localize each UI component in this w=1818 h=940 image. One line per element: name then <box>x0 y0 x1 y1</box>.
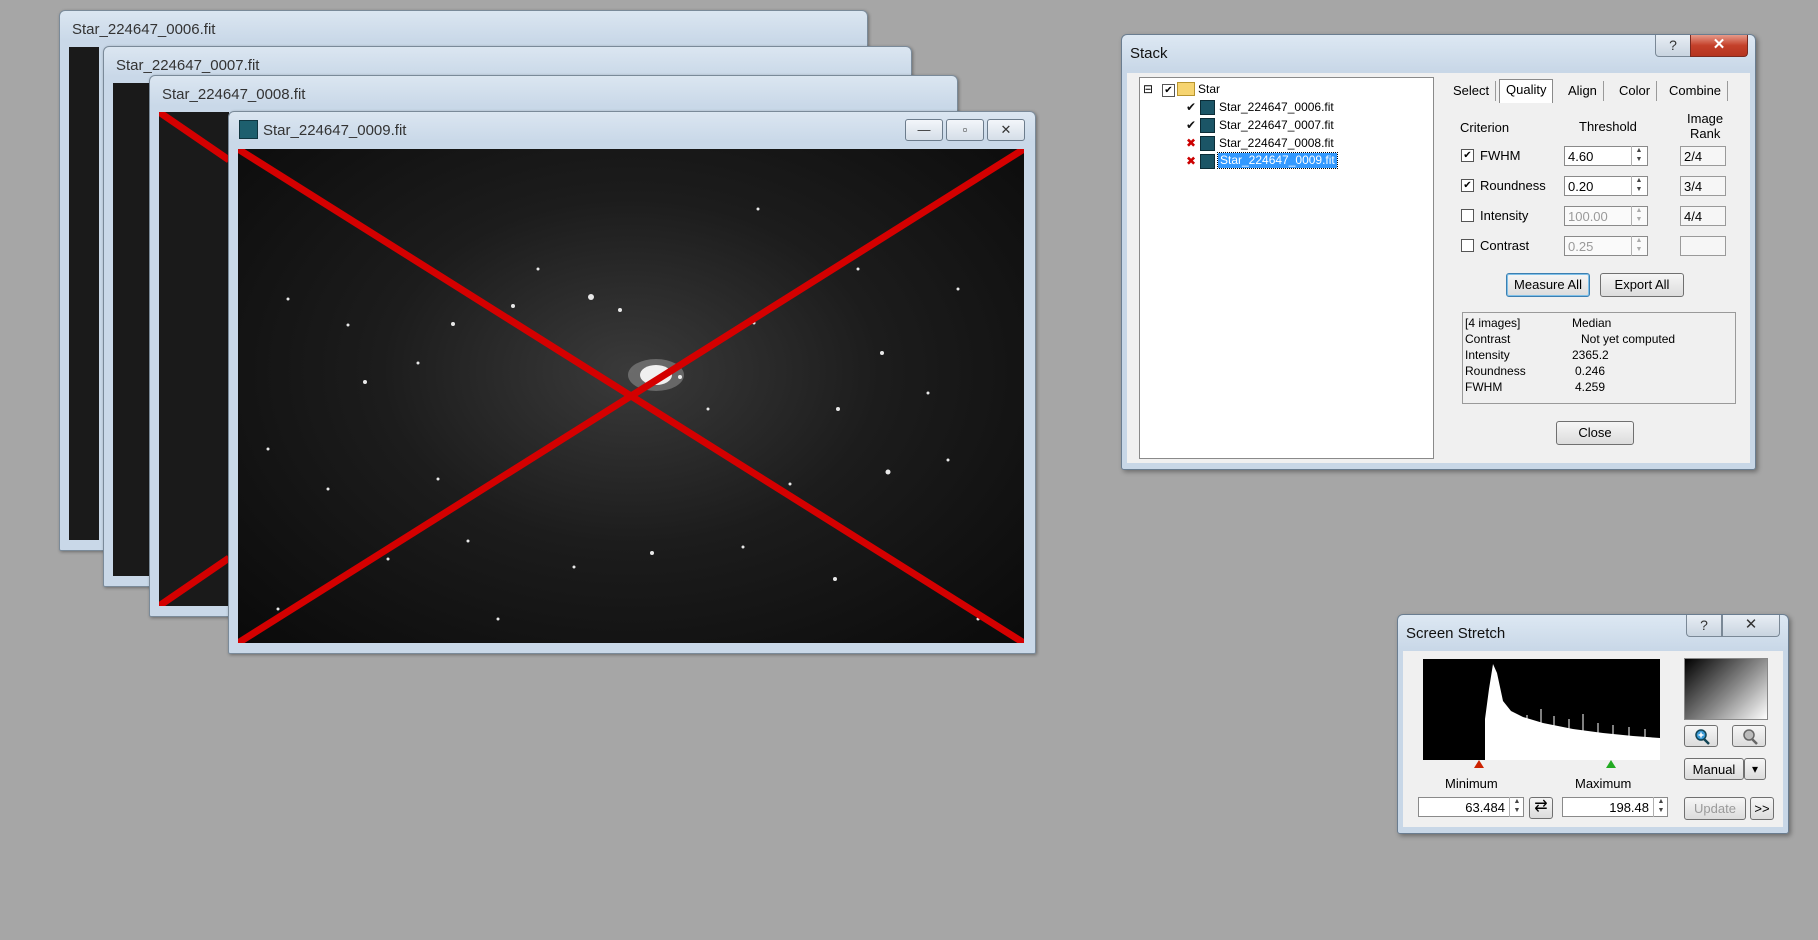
stretch-mode-select[interactable]: Manual <box>1684 758 1744 780</box>
fwhm-spinner[interactable]: ▲ ▼ <box>1631 146 1646 166</box>
tab-combine[interactable]: Combine <box>1663 81 1729 101</box>
threshold-header: Threshold <box>1579 119 1637 134</box>
export-all-button[interactable]: Export All <box>1600 273 1684 297</box>
rank-header-line1: Image <box>1687 111 1724 126</box>
stats-value: 4.259 <box>1575 380 1606 394</box>
tree-root-label[interactable]: Star <box>1198 82 1220 97</box>
intensity-rank: 4/4 <box>1680 206 1726 226</box>
help-button[interactable]: ? <box>1655 35 1691 57</box>
tab-color[interactable]: Color <box>1613 81 1658 101</box>
tab-select[interactable]: Select <box>1447 81 1497 101</box>
intensity-label: Intensity <box>1480 208 1529 223</box>
contrast-checkbox[interactable] <box>1461 239 1474 252</box>
roundness-spinner[interactable]: ▲ ▼ <box>1631 176 1646 196</box>
zoom-out-icon <box>1743 729 1758 745</box>
tree-item-check[interactable]: ✔ <box>1186 118 1196 133</box>
image-canvas <box>159 112 229 606</box>
close-button[interactable]: ✕ <box>987 119 1025 141</box>
more-button[interactable]: >> <box>1750 797 1774 820</box>
swap-button[interactable]: ⇄ <box>1529 797 1553 819</box>
fwhm-rank: 2/4 <box>1680 146 1726 166</box>
stats-value: 0.246 <box>1575 364 1606 378</box>
roundness-label: Roundness <box>1480 178 1546 193</box>
fits-file-icon <box>1200 118 1215 133</box>
update-button[interactable]: Update <box>1684 797 1746 820</box>
minimize-button[interactable]: — <box>905 119 943 141</box>
maximize-button[interactable]: ▫ <box>946 119 984 141</box>
maximum-label: Maximum <box>1575 776 1632 791</box>
stack-dialog[interactable]: Stack ? ✕ ⊟ ✔ Star ✔ Star_224647_0006.fi… <box>1121 34 1756 470</box>
stats-panel: [4 images] Median Contrast Not yet compu… <box>1462 312 1736 404</box>
minimum-spinner[interactable]: ▲ ▼ <box>1509 797 1524 817</box>
stats-label: Roundness <box>1465 364 1526 378</box>
help-button[interactable]: ? <box>1686 615 1722 637</box>
measure-all-button[interactable]: Measure All <box>1506 273 1590 297</box>
minimum-label: Minimum <box>1445 776 1498 791</box>
image-canvas <box>113 83 153 576</box>
root-checkbox[interactable]: ✔ <box>1162 84 1175 97</box>
contrast-label: Contrast <box>1480 238 1530 253</box>
image-canvas <box>238 149 1024 643</box>
tree-item-reject[interactable]: ✖ <box>1186 154 1196 169</box>
zoom-out-button[interactable] <box>1732 725 1766 747</box>
chevron-down-icon[interactable]: ▾ <box>1744 758 1766 780</box>
tab-quality[interactable]: Quality <box>1499 79 1554 103</box>
tree-expander[interactable]: ⊟ <box>1143 82 1155 97</box>
tree-item-label[interactable]: Star_224647_0008.fit <box>1219 136 1334 151</box>
stats-median-header: Median <box>1572 316 1612 330</box>
stack-tree[interactable]: ⊟ ✔ Star ✔ Star_224647_0006.fit ✔ Star_2… <box>1139 77 1434 459</box>
rank-header-line2: Rank <box>1690 126 1721 141</box>
roundness-rank: 3/4 <box>1680 176 1726 196</box>
tree-item-label[interactable]: Star_224647_0007.fit <box>1219 118 1334 133</box>
fits-file-icon <box>1200 136 1215 151</box>
fits-file-icon <box>239 120 258 139</box>
stats-value: 2365.2 <box>1572 348 1609 362</box>
window-title: Star_224647_0009.fit <box>263 122 407 139</box>
window-title: Star_224647_0007.fit <box>116 57 260 74</box>
min-marker-icon[interactable] <box>1474 760 1484 768</box>
contrast-rank <box>1680 236 1726 256</box>
tab-align[interactable]: Align <box>1562 81 1604 101</box>
image-window-0009[interactable]: Star_224647_0009.fit — ▫ ✕ <box>228 111 1036 654</box>
intensity-spinner[interactable]: ▲ ▼ <box>1631 206 1646 226</box>
stretch-client: Minimum Maximum 63.484 ▲ ▼ ⇄ 198.48 ▲ ▼ Ma… <box>1403 651 1783 827</box>
maximum-spinner[interactable]: ▲ ▼ <box>1653 797 1668 817</box>
screen-stretch-dialog[interactable]: Screen Stretch ? ✕ Minimum Maximum 63.48… <box>1397 614 1789 834</box>
fits-file-icon <box>1200 154 1215 169</box>
stats-label: FWHM <box>1465 380 1503 394</box>
max-marker-icon[interactable] <box>1606 760 1616 768</box>
stack-tabs: Select Quality Align Color Combine <box>1447 79 1747 103</box>
dialog-close-button[interactable]: ✕ <box>1690 35 1748 57</box>
window-title: Star_224647_0006.fit <box>72 21 216 38</box>
tree-item-check[interactable]: ✔ <box>1186 100 1196 115</box>
roundness-checkbox[interactable]: ✔ <box>1461 179 1474 192</box>
stats-image-count: [4 images] <box>1465 316 1521 330</box>
contrast-spinner[interactable]: ▲ ▼ <box>1631 236 1646 256</box>
zoom-in-icon <box>1695 729 1710 745</box>
fits-file-icon <box>1200 100 1215 115</box>
stats-value: Not yet computed <box>1581 332 1676 346</box>
zoom-in-button[interactable] <box>1684 725 1718 747</box>
dialog-title: Stack <box>1130 45 1168 62</box>
stack-client: ⊟ ✔ Star ✔ Star_224647_0006.fit ✔ Star_2… <box>1127 73 1750 463</box>
stats-label: Intensity <box>1465 348 1510 362</box>
reject-cross-partial <box>159 112 229 606</box>
tree-item-reject[interactable]: ✖ <box>1186 136 1196 151</box>
stretch-preview <box>1684 658 1768 720</box>
dialog-close-button[interactable]: ✕ <box>1722 615 1780 637</box>
star-field <box>238 149 1024 643</box>
intensity-checkbox[interactable] <box>1461 209 1474 222</box>
stats-label: Contrast <box>1465 332 1511 346</box>
tree-item-label[interactable]: Star_224647_0006.fit <box>1219 100 1334 115</box>
window-title: Star_224647_0008.fit <box>162 86 306 103</box>
folder-icon <box>1177 82 1195 96</box>
image-canvas <box>69 47 99 540</box>
close-dialog-button[interactable]: Close <box>1556 421 1634 445</box>
dialog-title: Screen Stretch <box>1406 625 1506 642</box>
tree-item-label-selected[interactable]: Star_224647_0009.fit <box>1217 152 1338 169</box>
fwhm-checkbox[interactable]: ✔ <box>1461 149 1474 162</box>
histogram[interactable] <box>1423 659 1660 760</box>
fwhm-label: FWHM <box>1480 148 1521 163</box>
criterion-header: Criterion <box>1460 120 1510 135</box>
